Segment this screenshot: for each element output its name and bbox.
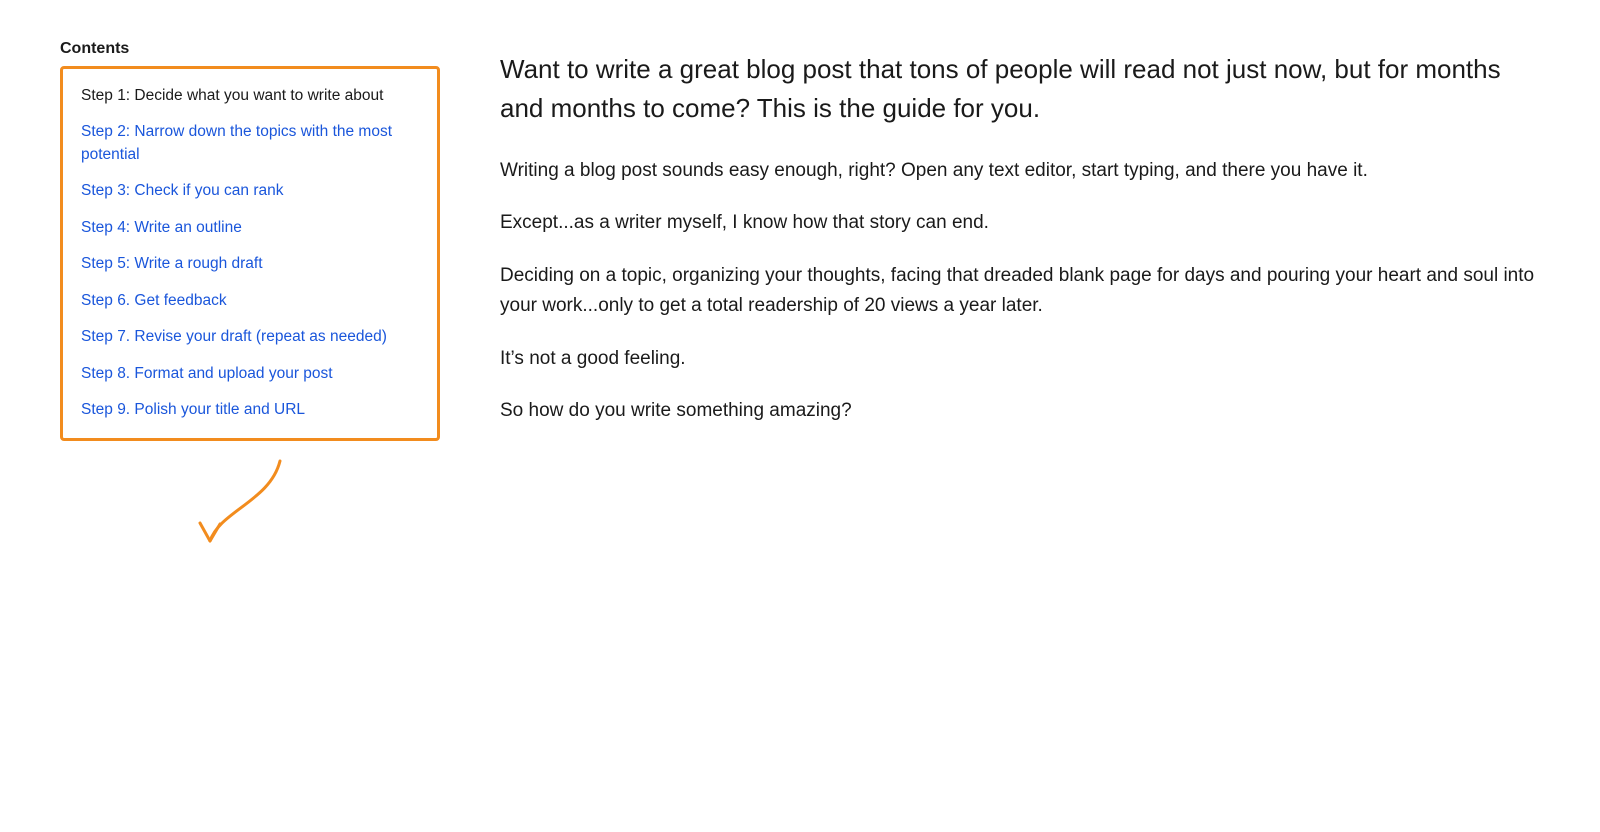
arrow-icon [190,451,310,551]
toc-item-step9[interactable]: Step 9. Polish your title and URL [81,399,419,421]
body-paragraph-1: Writing a blog post sounds easy enough, … [500,156,1540,186]
toc-item-step4[interactable]: Step 4: Write an outline [81,217,419,239]
arrow-container [60,451,440,551]
toc-item-step8[interactable]: Step 8. Format and upload your post [81,363,419,385]
toc-item-step3[interactable]: Step 3: Check if you can rank [81,180,419,202]
toc-box: Step 1: Decide what you want to write ab… [60,66,440,441]
left-column: Contents Step 1: Decide what you want to… [60,40,440,792]
toc-item-step1: Step 1: Decide what you want to write ab… [81,85,419,107]
body-paragraph-3: Deciding on a topic, organizing your tho… [500,261,1540,322]
toc-item-step2[interactable]: Step 2: Narrow down the topics with the … [81,121,419,166]
toc-item-step6[interactable]: Step 6. Get feedback [81,290,419,312]
toc-item-step5[interactable]: Step 5: Write a rough draft [81,253,419,275]
body-paragraph-4: It’s not a good feeling. [500,344,1540,374]
body-paragraph-2: Except...as a writer myself, I know how … [500,208,1540,238]
right-column: Want to write a great blog post that ton… [500,40,1540,792]
body-paragraph-5: So how do you write something amazing? [500,396,1540,426]
contents-label: Contents [60,40,129,58]
intro-paragraph: Want to write a great blog post that ton… [500,50,1540,128]
toc-item-step7[interactable]: Step 7. Revise your draft (repeat as nee… [81,326,419,348]
